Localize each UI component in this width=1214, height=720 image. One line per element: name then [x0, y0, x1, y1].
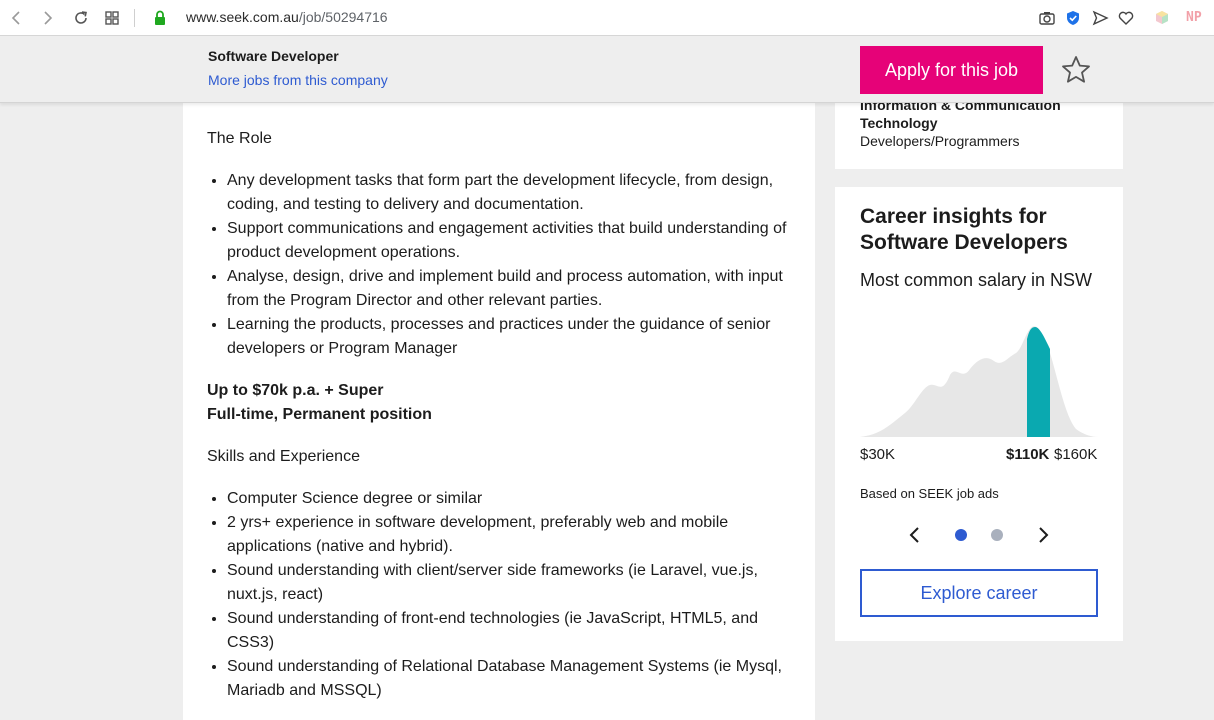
camera-icon[interactable]	[1038, 9, 1056, 27]
job-details-card: The Role Any development tasks that form…	[183, 80, 815, 720]
job-description: The Role Any development tasks that form…	[207, 80, 797, 703]
salary-common-band	[1027, 327, 1050, 437]
salary-distribution-chart	[860, 326, 1098, 437]
salary-chart-subtitle: Most common salary in NSW	[860, 270, 1093, 290]
carousel-dot[interactable]	[991, 529, 1003, 541]
save-job-star-icon[interactable]	[1060, 54, 1092, 86]
carousel-next-icon[interactable]	[1033, 525, 1053, 545]
address-bar[interactable]: www.seek.com.au/job/50294716	[186, 9, 388, 25]
salary-distribution-area	[860, 326, 1098, 437]
extension-np-label[interactable]: NP	[1186, 10, 1202, 25]
career-insights-card: Career insights for Software Developers …	[835, 187, 1123, 641]
tabs-grid-icon[interactable]	[103, 9, 121, 27]
carousel-prev-icon[interactable]	[905, 525, 925, 545]
list-item: Sound understanding of front-end technol…	[227, 607, 797, 655]
more-jobs-link[interactable]: More jobs from this company	[208, 72, 388, 88]
explore-career-button[interactable]: Explore career	[860, 569, 1098, 617]
section-heading-skills: Skills and Experience	[207, 448, 360, 465]
list-item: Computer Science degree or similar	[227, 487, 797, 511]
salary-line: Up to $70k p.a. + Super	[207, 382, 384, 399]
salary-common-label: $110K	[1006, 446, 1050, 463]
carousel-dot-active[interactable]	[955, 529, 967, 541]
apply-button[interactable]: Apply for this job	[860, 46, 1043, 94]
career-insights-title: Career insights for Software Developers	[860, 205, 1068, 254]
section-heading-role: The Role	[207, 130, 272, 147]
salary-min-label: $30K	[860, 446, 896, 463]
sticky-job-header: Software Developer More jobs from this c…	[0, 36, 1214, 103]
list-item: Sound understanding with client/server s…	[227, 559, 797, 607]
data-source-note: Based on SEEK job ads	[860, 486, 999, 501]
classification-subcategory[interactable]: Developers/Programmers	[860, 132, 1020, 150]
skills-list: Computer Science degree or similar 2 yrs…	[207, 487, 797, 703]
shield-icon[interactable]	[1064, 9, 1082, 27]
send-icon[interactable]	[1091, 9, 1109, 27]
job-title: Software Developer	[208, 48, 339, 64]
browser-toolbar: www.seek.com.au/job/50294716 NP	[0, 0, 1214, 36]
classification-category-cont[interactable]: Technology	[860, 114, 938, 132]
extension-cube-icon[interactable]	[1153, 9, 1171, 27]
url-host: www.seek.com.au	[186, 9, 299, 25]
forward-icon[interactable]	[38, 9, 56, 27]
list-item: 2 yrs+ experience in software developmen…	[227, 511, 797, 559]
list-item: Analyse, design, drive and implement bui…	[227, 265, 797, 313]
role-list: Any development tasks that form part the…	[207, 169, 797, 361]
heart-icon[interactable]	[1117, 9, 1135, 27]
secure-lock-icon[interactable]	[151, 9, 169, 27]
work-type-line: Full-time, Permanent position	[207, 406, 432, 423]
url-path: /job/50294716	[298, 9, 388, 25]
back-icon[interactable]	[8, 9, 26, 27]
list-item: Any development tasks that form part the…	[227, 169, 797, 217]
toolbar-separator	[134, 9, 135, 27]
salary-max-label: $160K	[1054, 446, 1098, 463]
list-item: Learning the products, processes and pra…	[227, 313, 797, 361]
list-item: Support communications and engagement ac…	[227, 217, 797, 265]
reload-icon[interactable]	[72, 9, 90, 27]
